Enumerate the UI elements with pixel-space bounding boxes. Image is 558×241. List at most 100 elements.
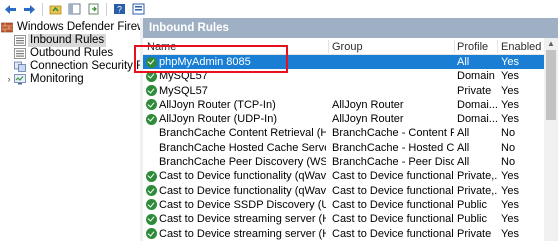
rule-group-cell: Cast to Device functionality <box>332 227 454 240</box>
rule-name-cell: AllJoyn Router (TCP-In) <box>159 98 276 111</box>
rule-name-cell: Cast to Device streaming server (HTTP-St… <box>159 213 326 226</box>
panel-title: Inbound Rules <box>143 18 558 38</box>
tree-item-monitoring[interactable]: › Monitoring <box>0 73 140 86</box>
column-header-group[interactable]: Group <box>332 41 363 53</box>
inbound-rules-icon <box>14 35 26 46</box>
tree-item-label: Inbound Rules <box>28 34 107 47</box>
rule-group-cell: AllJoyn Router <box>332 98 404 111</box>
column-divider[interactable] <box>497 40 498 53</box>
export-list-button[interactable] <box>84 1 102 17</box>
rule-enabled-cell: Yes <box>501 170 519 183</box>
chevron-right-icon[interactable]: › <box>4 73 14 86</box>
tree-item-inbound-rules[interactable]: Inbound Rules <box>0 34 140 47</box>
tree-root[interactable]: Windows Defender Firewall with <box>0 21 140 34</box>
up-folder-icon <box>49 5 61 15</box>
rule-name-cell: BranchCache Content Retrieval (HTTP-In) <box>159 127 326 140</box>
allow-rule-icon <box>146 228 157 240</box>
rule-row[interactable]: BranchCache Content Retrieval (HTTP-In) B… <box>143 126 558 140</box>
toolbar-separator <box>106 2 107 16</box>
rule-enabled-cell: Yes <box>501 113 519 126</box>
rule-group-cell: Cast to Device functionality <box>332 184 454 197</box>
rule-name-cell: Cast to Device functionality (qWave-TCP-… <box>159 170 326 183</box>
rule-row[interactable]: Cast to Device functionality (qWave-UDP-… <box>143 184 558 198</box>
rule-enabled-cell: No <box>501 141 516 154</box>
connection-security-icon <box>14 61 26 72</box>
rule-enabled-cell: Yes <box>501 84 519 97</box>
allow-rule-icon <box>146 185 157 197</box>
rule-profile-cell: Domai... <box>457 98 497 111</box>
rule-row[interactable]: AllJoyn Router (TCP-In) AllJoyn Router Dom… <box>143 98 558 112</box>
rule-group-cell: Cast to Device functionality <box>332 170 454 183</box>
rule-row[interactable]: BranchCache Hosted Cache Server (HTTP-In… <box>143 141 558 155</box>
rule-profile-cell: Private <box>457 84 492 97</box>
help-icon: ? <box>113 4 125 15</box>
toolbar: ? <box>0 0 558 18</box>
allow-rule-icon <box>146 85 157 97</box>
rule-group-cell: AllJoyn Router <box>332 113 404 126</box>
rule-profile-cell: Domai... <box>457 113 497 126</box>
allow-rule-icon <box>146 170 157 182</box>
allow-rule-icon <box>146 99 157 111</box>
column-header-profile[interactable]: Profile <box>457 41 488 53</box>
column-header-enabled[interactable]: Enabled <box>501 41 541 53</box>
scrollbar-thumb[interactable] <box>546 50 556 120</box>
allow-rule-icon <box>146 113 157 125</box>
forward-arrow-icon <box>23 4 35 14</box>
export-list-icon <box>88 3 98 15</box>
rule-enabled-cell: Yes <box>501 184 519 197</box>
up-one-level-button[interactable] <box>46 1 64 17</box>
rule-enabled-cell: Yes <box>501 227 519 240</box>
show-hide-tree-button[interactable] <box>65 1 83 17</box>
firewall-icon <box>1 22 13 33</box>
allow-rule-icon <box>146 213 157 225</box>
rule-name-cell: Cast to Device streaming server (HTTP-St… <box>159 227 326 240</box>
rule-profile-cell: Public <box>457 198 487 211</box>
rule-name-cell: Cast to Device functionality (qWave-UDP-… <box>159 184 326 197</box>
rule-enabled-cell: Yes <box>501 198 519 211</box>
rule-group-cell: Cast to Device functionality <box>332 198 454 211</box>
rule-row[interactable]: Cast to Device functionality (qWave-TCP-… <box>143 169 558 183</box>
column-divider[interactable] <box>454 40 455 53</box>
rule-profile-cell: All <box>457 127 470 140</box>
forward-button[interactable] <box>20 1 38 17</box>
rule-group-cell: BranchCache - Peer Discovery... <box>332 156 454 169</box>
column-divider[interactable] <box>328 40 329 53</box>
rule-name-cell: BranchCache Hosted Cache Server (HTTP-In… <box>159 141 326 154</box>
rule-name-cell: MySQL57 <box>159 84 208 97</box>
rule-group-cell: BranchCache - Hosted Cach... <box>332 141 454 154</box>
rule-enabled-cell: No <box>501 156 516 169</box>
vertical-scrollbar[interactable]: ▲ <box>544 38 558 241</box>
properties-button[interactable] <box>129 1 147 17</box>
scroll-up-icon[interactable]: ▲ <box>544 38 558 49</box>
rule-row[interactable]: Cast to Device SSDP Discovery (UDP-In) Ca… <box>143 198 558 212</box>
rule-enabled-cell: Yes <box>501 98 519 111</box>
svg-text:?: ? <box>116 5 121 15</box>
rule-row[interactable]: MySQL57 Private Yes <box>143 84 558 98</box>
rule-row[interactable]: AllJoyn Router (UDP-In) AllJoyn Router Dom… <box>143 112 558 126</box>
allow-rule-icon <box>146 199 157 211</box>
rule-profile-cell: All <box>457 56 470 68</box>
rule-profile-cell: Private,... <box>457 184 497 197</box>
tree-item-connection-security-rules[interactable]: Connection Security Rules <box>0 60 140 73</box>
properties-icon <box>132 3 144 15</box>
help-button[interactable]: ? <box>110 1 128 17</box>
rule-group-cell: BranchCache - Content Retri... <box>332 127 454 140</box>
toolbar-separator <box>42 2 43 16</box>
rule-row[interactable]: Cast to Device streaming server (HTTP-St… <box>143 227 558 241</box>
rules-list: phpMyAdmin 8085 All Yes MySQL57 Domain Yes MyS… <box>143 55 558 241</box>
rule-group-cell: Cast to Device functionality <box>332 213 454 226</box>
rule-enabled-cell: No <box>501 127 516 140</box>
tree-item-outbound-rules[interactable]: Outbound Rules <box>0 47 140 60</box>
rule-profile-cell: Domain <box>457 70 495 83</box>
rule-row[interactable]: Cast to Device streaming server (HTTP-St… <box>143 212 558 226</box>
show-hide-tree-icon <box>68 3 80 15</box>
back-button[interactable] <box>1 1 19 17</box>
rule-name-cell: AllJoyn Router (UDP-In) <box>159 113 277 126</box>
rule-profile-cell: Private,... <box>457 170 497 183</box>
tree-item-label: Outbound Rules <box>30 47 114 59</box>
tree-root-label: Windows Defender Firewall with <box>17 21 140 33</box>
rule-name-cell: Cast to Device SSDP Discovery (UDP-In) <box>159 198 326 211</box>
rule-profile-cell: Private <box>457 227 492 240</box>
rule-enabled-cell: Yes <box>501 56 519 68</box>
rule-row[interactable]: BranchCache Peer Discovery (WSD-In) Branc… <box>143 155 558 169</box>
